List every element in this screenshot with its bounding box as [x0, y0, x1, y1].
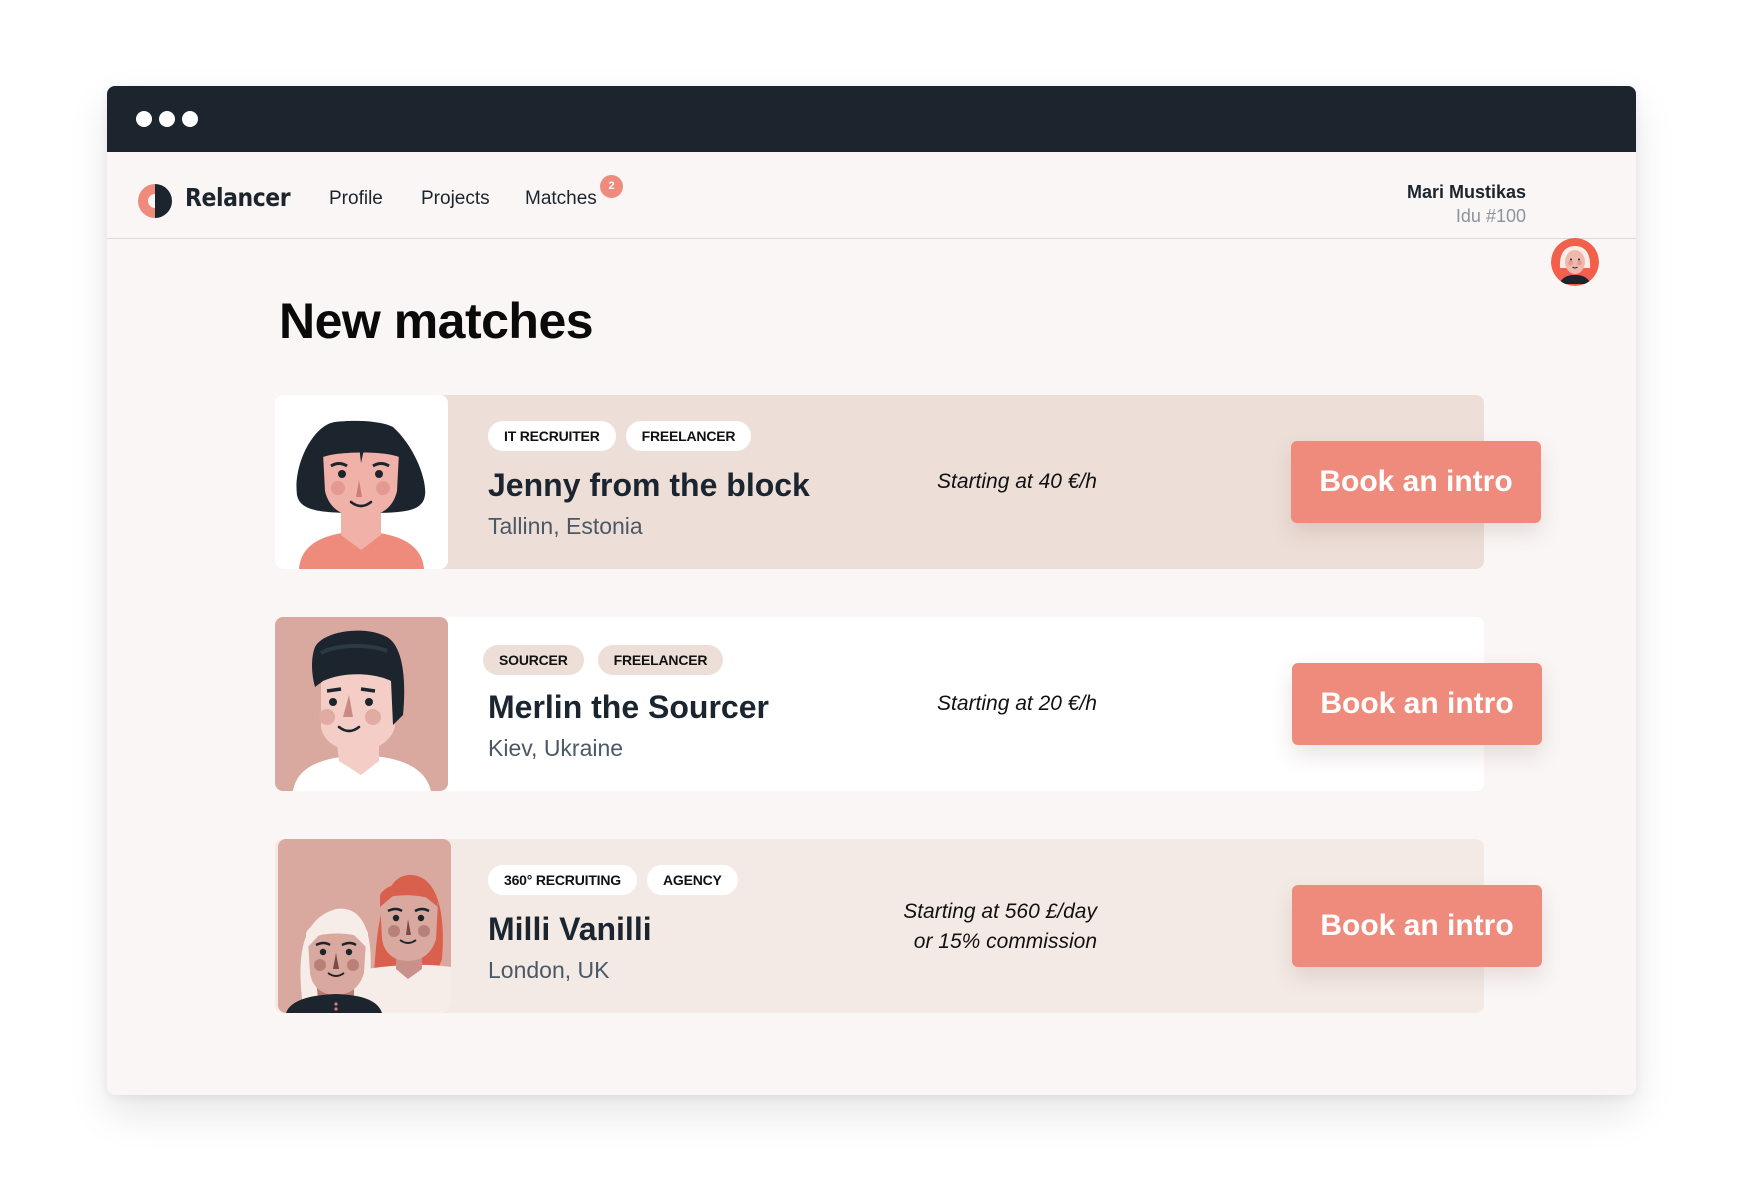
book-intro-button[interactable]: Book an intro: [1292, 663, 1542, 745]
brand-name[interactable]: Relancer: [185, 183, 291, 212]
match-location: Tallinn, Estonia: [488, 513, 643, 539]
match-location: Kiev, Ukraine: [488, 735, 624, 761]
book-intro-button[interactable]: Book an intro: [1291, 441, 1541, 523]
role-tag: 360° RECRUITING: [488, 865, 637, 895]
two-women-avatar-icon: [278, 839, 451, 1013]
window-controls: [136, 111, 198, 127]
role-tag: SOURCER: [483, 645, 584, 675]
role-tag: IT RECRUITER: [488, 421, 616, 451]
match-price: Starting at 20 €/h: [937, 689, 1097, 719]
browser-window: Relancer Profile Projects Matches 2 Mari…: [107, 86, 1636, 1095]
title-bar: [107, 86, 1636, 152]
book-intro-button[interactable]: Book an intro: [1292, 885, 1542, 967]
price-line-commission: or 15% commission: [913, 930, 1097, 953]
type-tag: FREELANCER: [597, 645, 724, 675]
window-control-dot[interactable]: [136, 111, 152, 127]
type-tag: AGENCY: [646, 865, 738, 895]
tag-list: SOURCER FREELANCER: [483, 645, 724, 675]
tag-list: IT RECRUITER FREELANCER: [488, 421, 752, 451]
match-location: London, UK: [488, 957, 610, 983]
page-title: New matches: [279, 293, 594, 349]
relancer-logo-icon[interactable]: [137, 183, 173, 219]
match-card: 360° RECRUITING AGENCY Milli Vanilli Lon…: [275, 839, 1542, 1013]
top-navbar: Relancer Profile Projects Matches 2 Mari…: [107, 152, 1636, 286]
user-name: Mari Mustikas: [1406, 182, 1526, 202]
window-control-dot[interactable]: [159, 111, 175, 127]
type-tag: FREELANCER: [625, 421, 752, 451]
match-price: Starting at 560 £/day or 15% commission: [903, 897, 1097, 957]
user-id: Idu #100: [1455, 206, 1526, 226]
nav-link-projects[interactable]: Projects: [421, 188, 490, 210]
nav-link-profile[interactable]: Profile: [329, 188, 383, 210]
woman-avatar-icon: [275, 395, 448, 569]
price-line: Starting at 20 €/h: [937, 692, 1097, 715]
tag-list: 360° RECRUITING AGENCY: [488, 865, 738, 895]
match-price: Starting at 40 €/h: [937, 467, 1097, 497]
match-name[interactable]: Milli Vanilli: [488, 911, 652, 948]
price-line: Starting at 560 £/day: [903, 900, 1097, 923]
match-card: SOURCER FREELANCER Merlin the Sourcer Ki…: [275, 617, 1542, 791]
matches-count-badge: 2: [600, 175, 623, 198]
match-card: IT RECRUITER FREELANCER Jenny from the b…: [275, 395, 1541, 569]
window-control-dot[interactable]: [182, 111, 198, 127]
match-name[interactable]: Jenny from the block: [488, 467, 810, 504]
match-name[interactable]: Merlin the Sourcer: [488, 689, 769, 726]
price-line: Starting at 40 €/h: [937, 470, 1097, 493]
nav-link-matches[interactable]: Matches: [525, 188, 597, 210]
man-avatar-icon: [275, 617, 448, 791]
user-avatar-icon[interactable]: [1551, 238, 1599, 286]
